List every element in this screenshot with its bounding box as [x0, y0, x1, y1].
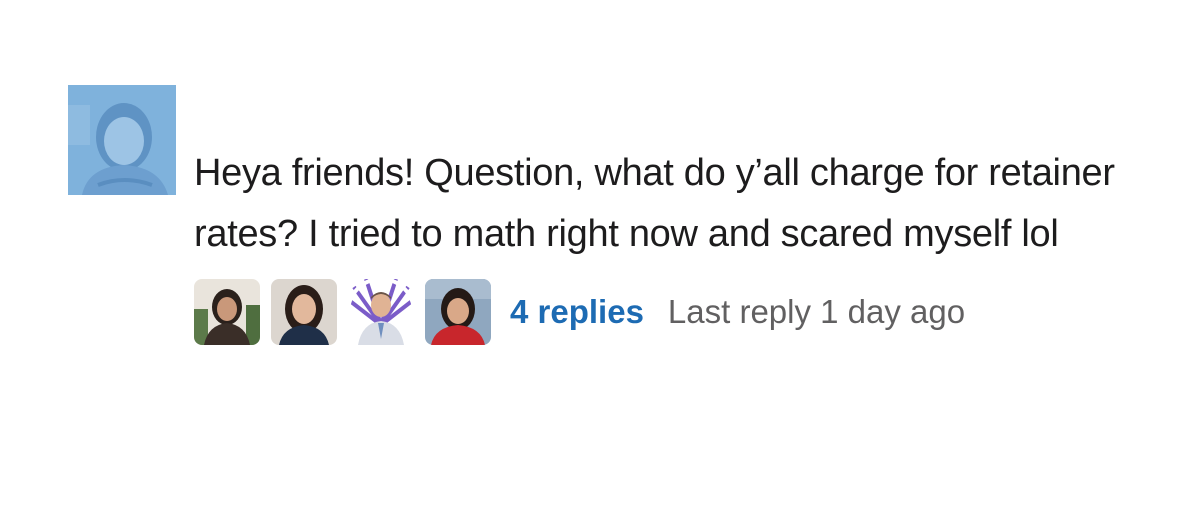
participant-avatar — [425, 279, 491, 345]
last-reply-timestamp: Last reply 1 day ago — [667, 293, 966, 330]
participant-avatar-icon — [348, 279, 414, 345]
message-text: Heya friends! Question, what do y’all ch… — [194, 152, 1115, 255]
replies-link[interactable]: 4 replies — [510, 293, 644, 331]
page: Heya friends! Question, what do y’all ch… — [0, 0, 1190, 506]
author-avatar[interactable] — [68, 85, 176, 195]
participant-avatar-icon — [271, 279, 337, 345]
message-body: Heya friends! Question, what do y’all ch… — [194, 143, 1124, 345]
participant-avatar-icon — [425, 279, 491, 345]
participant-avatar-icon — [194, 279, 260, 345]
participant-avatar — [348, 279, 414, 345]
participant-avatar — [271, 279, 337, 345]
thread-summary[interactable]: 4 replies Last reply 1 day ago — [194, 279, 1124, 345]
user-avatar-icon — [68, 85, 176, 195]
participant-avatar — [194, 279, 260, 345]
